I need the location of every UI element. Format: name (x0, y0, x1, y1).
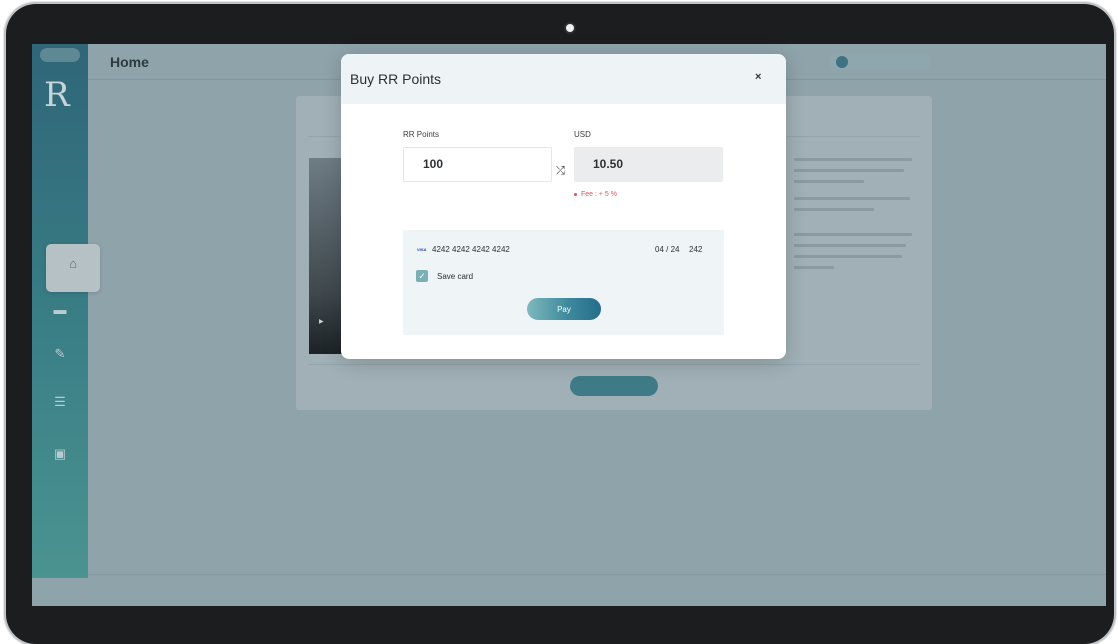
usd-label: USD (574, 130, 591, 139)
play-icon[interactable]: ▶ (319, 318, 324, 325)
language-selector[interactable] (40, 48, 80, 62)
user-manual-button[interactable] (570, 376, 658, 396)
folder-icon: ▬ (53, 302, 67, 317)
blurred-paragraph (794, 158, 914, 277)
sidebar-item-folder[interactable]: ▬ (32, 302, 88, 319)
sidebar-item-edit[interactable]: ✎ (32, 346, 88, 364)
list-icon: ☰ (54, 394, 66, 409)
card-number[interactable]: 4242 4242 4242 4242 (432, 245, 510, 254)
rr-points-input[interactable] (403, 147, 552, 182)
visa-card-icon: VISA (417, 247, 427, 252)
fee-text: Fee : + 5 % (581, 191, 617, 198)
usd-value-field: 10.50 (574, 147, 723, 182)
buy-rr-points-header-button[interactable] (830, 54, 930, 70)
sidebar-item-list[interactable]: ☰ (32, 394, 88, 412)
home-icon: ⌂ (69, 256, 77, 271)
payment-panel: VISA 4242 4242 4242 4242 04 / 24 242 ✓ S… (403, 230, 724, 335)
square-icon: ▣ (53, 446, 67, 461)
fee-note: Fee : + 5 % (574, 191, 617, 198)
sidebar-item-square[interactable]: ▣ (32, 446, 88, 464)
camera-icon (566, 24, 574, 32)
bullet-icon (574, 192, 577, 196)
modal-title: Buy RR Points (350, 71, 442, 87)
checkmark-icon: ✓ (418, 271, 426, 281)
buy-rr-points-modal: Buy RR Points × RR Points ⤮ USD 10.50 Fe… (341, 54, 786, 359)
card-expiry[interactable]: 04 / 24 (655, 245, 679, 254)
sidebar-item-home[interactable]: ⌂ (46, 244, 100, 292)
rr-points-label: RR Points (403, 130, 440, 139)
save-card-label: Save card (437, 272, 474, 281)
divider (308, 364, 920, 365)
pay-button[interactable]: Pay (527, 298, 601, 320)
page-title: Home (110, 54, 149, 70)
close-icon[interactable]: × (755, 71, 761, 83)
swap-arrows-icon[interactable]: ⤮ (556, 165, 565, 178)
divider (88, 574, 1106, 575)
save-card-checkbox[interactable]: ✓ (416, 270, 428, 282)
sidebar: R ▬ ✎ ☰ ▣ (32, 44, 88, 578)
pencil-icon: ✎ (54, 346, 66, 361)
card-cvc[interactable]: 242 (689, 245, 702, 254)
coin-icon (836, 56, 848, 68)
modal-header: Buy RR Points × (341, 54, 786, 104)
app-logo: R (44, 75, 70, 115)
